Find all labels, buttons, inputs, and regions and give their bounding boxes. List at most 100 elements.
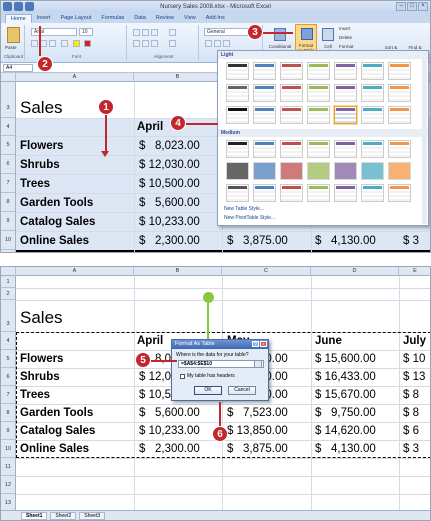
row-header[interactable]: 1 (1, 276, 15, 288)
table-style-swatch[interactable] (388, 162, 411, 180)
header-june[interactable]: June (315, 335, 342, 347)
ok-button[interactable]: OK (194, 386, 222, 395)
cell-e8[interactable]: $ 8 (403, 407, 419, 419)
align-top-icon[interactable] (133, 29, 140, 36)
row-header[interactable]: 3 (1, 82, 15, 118)
table-style-swatch[interactable] (280, 62, 303, 80)
row-label-catalog-sales[interactable]: Catalog Sales (20, 216, 95, 228)
close-icon[interactable]: × (418, 2, 428, 11)
row-label-shrubs[interactable]: Shrubs (20, 159, 60, 171)
table-style-swatch[interactable] (253, 62, 276, 80)
row-header[interactable]: 4 (1, 332, 15, 350)
cell-e6[interactable]: $ 13 (403, 371, 425, 383)
row-label-catalog-sales[interactable]: Catalog Sales (20, 425, 95, 437)
cell-b10[interactable]: $ 2,300.00 (139, 443, 200, 455)
align-right-icon[interactable] (151, 40, 158, 47)
row-header[interactable]: 5 (1, 350, 15, 368)
header-july[interactable]: July (403, 335, 426, 347)
borders-icon[interactable] (61, 40, 68, 47)
row-header[interactable]: 2 (1, 288, 15, 300)
tab-home[interactable]: Home (5, 14, 32, 23)
table-style-swatch[interactable] (226, 62, 249, 80)
row-label-flowers[interactable]: Flowers (20, 140, 63, 152)
table-style-swatch[interactable] (388, 106, 411, 124)
cell-b5[interactable]: $ 8,023.00 (139, 140, 200, 152)
underline-icon[interactable] (49, 40, 56, 47)
italic-icon[interactable] (40, 40, 47, 47)
table-style-swatch[interactable] (280, 162, 303, 180)
row-label-garden-tools[interactable]: Garden Tools (20, 407, 93, 419)
row-header[interactable]: 10 (1, 231, 15, 250)
comma-icon[interactable] (223, 40, 230, 47)
headers-checkbox[interactable] (180, 373, 185, 379)
cell-e9[interactable]: $ 6 (403, 425, 419, 437)
row-header[interactable]: 6 (1, 155, 15, 174)
cell-c8[interactable]: $ 7,523.00 (227, 407, 288, 419)
align-left-icon[interactable] (133, 40, 140, 47)
select-all-corner[interactable] (1, 267, 16, 276)
sheet-tab-1[interactable]: Sheet1 (21, 511, 48, 520)
table-style-swatch[interactable] (388, 184, 411, 202)
close-icon[interactable]: × (260, 341, 267, 348)
cell-d8[interactable]: $ 9,750.00 (315, 407, 376, 419)
cell-e10[interactable]: $ 3 (403, 235, 419, 247)
range-input[interactable]: =$A$4:$E$10 (178, 360, 264, 368)
cell-d10[interactable]: $ 4,130.00 (315, 443, 376, 455)
collapse-dialog-icon[interactable] (254, 360, 262, 368)
row-header[interactable]: 9 (1, 212, 15, 231)
align-bottom-icon[interactable] (151, 29, 158, 36)
cell-e5[interactable]: $ 10 (403, 353, 425, 365)
table-style-swatch[interactable] (307, 184, 330, 202)
table-style-swatch[interactable] (334, 84, 357, 102)
table-style-swatch[interactable] (253, 140, 276, 158)
table-style-swatch[interactable] (307, 106, 330, 124)
row-header[interactable]: 12 (1, 476, 15, 494)
cell-b7[interactable]: $ 10,500.00 (139, 178, 200, 190)
row-label-online-sales[interactable]: Online Sales (20, 443, 89, 455)
table-style-swatch[interactable] (253, 106, 276, 124)
tab-data[interactable]: Data (129, 14, 151, 23)
help-icon[interactable]: ? (252, 341, 259, 348)
gallery-scrollbar[interactable] (422, 59, 427, 224)
table-style-swatch[interactable] (361, 140, 384, 158)
cell-b10[interactable]: $ 2,300.00 (139, 235, 200, 247)
table-style-swatch[interactable] (334, 140, 357, 158)
table-style-swatch[interactable] (361, 162, 384, 180)
font-size-input[interactable]: 10 (79, 28, 93, 36)
table-style-swatch[interactable] (361, 62, 384, 80)
sheet-tab-3[interactable]: Sheet3 (79, 511, 106, 520)
row-label-garden-tools[interactable]: Garden Tools (20, 197, 93, 209)
percent-icon[interactable] (214, 40, 221, 47)
font-color-icon[interactable] (84, 40, 91, 47)
table-style-swatch[interactable] (307, 62, 330, 80)
insert-cells-button[interactable]: Insert (339, 26, 350, 31)
cell-d5[interactable]: $ 15,600.00 (315, 353, 376, 365)
wrap-text-icon[interactable] (169, 29, 176, 36)
new-table-style-link[interactable]: New Table Style... (224, 206, 264, 212)
cell-b9[interactable]: $ 10,233.00 (139, 425, 200, 437)
row-label-trees[interactable]: Trees (20, 178, 50, 190)
table-style-swatch[interactable] (388, 62, 411, 80)
row-header[interactable]: 5 (1, 136, 15, 155)
tab-review[interactable]: Review (151, 14, 179, 23)
row-label-online-sales[interactable]: Online Sales (20, 235, 89, 247)
minimize-icon[interactable]: – (396, 2, 406, 11)
table-style-swatch[interactable] (334, 184, 357, 202)
column-header-a[interactable]: A (16, 267, 134, 276)
cancel-button[interactable]: Cancel (228, 386, 256, 395)
name-box[interactable]: A4 (3, 63, 33, 72)
delete-cells-button[interactable]: Delete (339, 35, 352, 40)
row-header[interactable]: 8 (1, 193, 15, 212)
row-header[interactable]: 7 (1, 174, 15, 193)
maximize-icon[interactable]: □ (407, 2, 417, 11)
cell-c10[interactable]: $ 3,875.00 (227, 443, 288, 455)
table-style-swatch[interactable] (226, 106, 249, 124)
table-style-swatch[interactable] (226, 162, 249, 180)
office-button-icon[interactable] (3, 2, 12, 11)
sheet-tab-2[interactable]: Sheet2 (50, 511, 77, 520)
cell-c10[interactable]: $ 3,875.00 (227, 235, 288, 247)
cell-b9[interactable]: $ 10,233.00 (139, 216, 200, 228)
row-header[interactable]: 6 (1, 368, 15, 386)
row-header[interactable]: 7 (1, 386, 15, 404)
new-pivottable-style-link[interactable]: New PivotTable Style... (224, 215, 275, 221)
